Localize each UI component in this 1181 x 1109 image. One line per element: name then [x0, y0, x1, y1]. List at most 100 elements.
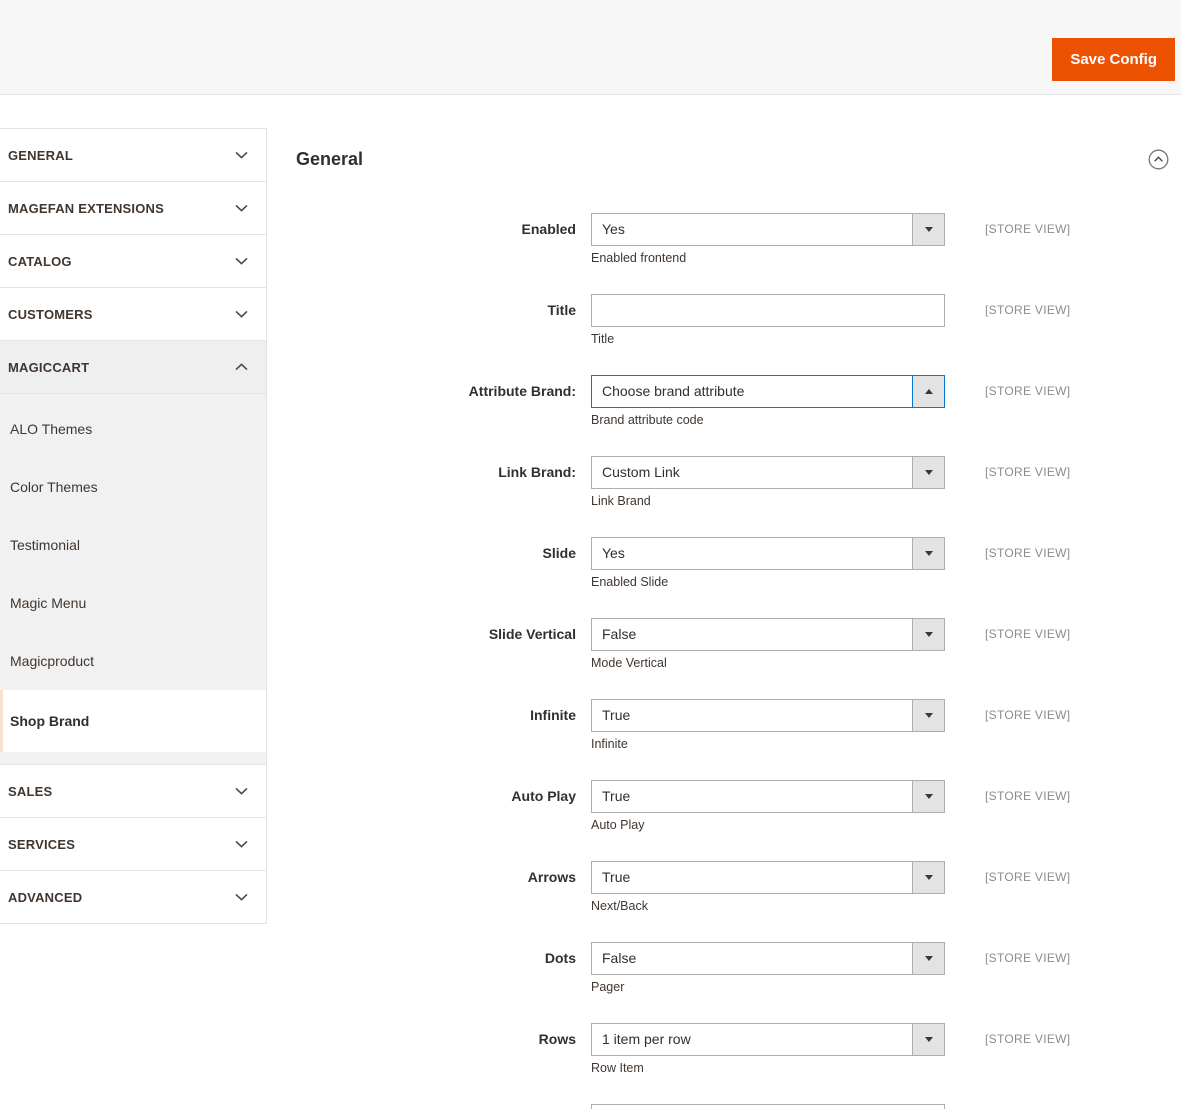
field-select[interactable]: 1 item per row: [591, 1023, 945, 1056]
sidebar-section-header[interactable]: MAGICCART: [0, 341, 266, 394]
select-value: True: [602, 707, 631, 723]
dropdown-arrow-icon[interactable]: [912, 457, 944, 488]
form-field-row: Dots False Pager [STORE VIEW]: [296, 942, 1169, 995]
sidebar-subitem[interactable]: Shop Brand: [0, 690, 266, 752]
field-control-cell: Yes Enabled Slide: [591, 537, 945, 590]
scope-label: [STORE VIEW]: [985, 870, 1071, 884]
sidebar-section-header[interactable]: CATALOG: [0, 235, 266, 288]
scope-label: [STORE VIEW]: [985, 465, 1071, 479]
select-value: Yes: [602, 545, 625, 561]
sidebar-subitem-label: Shop Brand: [10, 713, 90, 729]
field-label-cell: Dots: [296, 942, 591, 995]
field-select[interactable]: Yes: [591, 537, 945, 570]
field-control-cell: [591, 1104, 945, 1109]
field-select[interactable]: False: [591, 618, 945, 651]
field-label: Slide Vertical: [488, 626, 576, 642]
field-control-cell: Custom Link Link Brand: [591, 456, 945, 509]
section-title: General: [296, 148, 364, 169]
select-value: True: [602, 788, 631, 804]
sidebar-section-label: CATALOG: [8, 253, 72, 269]
field-label: Title: [547, 302, 576, 318]
field-label-cell: Auto Play: [296, 780, 591, 833]
field-label-cell: Attribute Brand:: [296, 375, 591, 428]
sidebar-subitem[interactable]: Magic Menu: [0, 574, 266, 632]
field-hint: Infinite: [591, 737, 628, 751]
sidebar-subitem-label: Magicproduct: [10, 653, 95, 669]
dropdown-arrow-icon[interactable]: [912, 943, 944, 974]
field-label-cell: Rows: [296, 1023, 591, 1076]
chevron-down-icon: [235, 257, 248, 265]
save-config-button[interactable]: Save Config: [1052, 38, 1175, 81]
dropdown-arrow-icon[interactable]: [912, 214, 944, 245]
field-select[interactable]: Yes: [591, 213, 945, 246]
field-label: Link Brand:: [498, 464, 576, 480]
dropdown-arrow-icon[interactable]: [912, 862, 944, 893]
sidebar-subitem-label: Testimonial: [10, 537, 81, 553]
sidebar-section-header[interactable]: ADVANCED: [0, 871, 266, 924]
form-field-row: Arrows True Next/Back [STORE VIEW]: [296, 861, 1169, 914]
scope-label: [STORE VIEW]: [985, 222, 1071, 236]
scope-label: [STORE VIEW]: [985, 951, 1071, 965]
sidebar-subitem[interactable]: Magicproduct: [0, 632, 266, 690]
chevron-down-icon: [235, 893, 248, 901]
sidebar-section-header[interactable]: SERVICES: [0, 818, 266, 871]
sidebar-section: MAGICCART ALO Themes Color Themes Testim…: [0, 341, 266, 765]
sidebar-section: CUSTOMERS: [0, 288, 266, 341]
form-field-row: Link Brand: Custom Link Link Brand [STOR…: [296, 456, 1169, 509]
dropdown-arrow-icon[interactable]: [912, 1024, 944, 1055]
scope-label: [STORE VIEW]: [985, 708, 1071, 722]
dropdown-arrow-icon[interactable]: [912, 619, 944, 650]
sidebar-subitem[interactable]: ALO Themes: [0, 400, 266, 458]
sidebar-section: ADVANCED: [0, 871, 266, 924]
field-select[interactable]: True: [591, 699, 945, 732]
field-label: Attribute Brand:: [468, 383, 576, 399]
sidebar-subitem-label: Color Themes: [10, 479, 98, 495]
sidebar-section-header[interactable]: GENERAL: [0, 129, 266, 182]
field-label-cell: [296, 1104, 591, 1109]
scope-label: [STORE VIEW]: [985, 789, 1071, 803]
field-select[interactable]: True: [591, 861, 945, 894]
scope-label: [STORE VIEW]: [985, 1032, 1071, 1046]
sidebar-subitem[interactable]: Testimonial: [0, 516, 266, 574]
dropdown-arrow-icon[interactable]: [912, 781, 944, 812]
field-select[interactable]: Choose brand attribute: [591, 375, 945, 408]
select-value: 1 item per row: [602, 1031, 691, 1047]
field-text-input[interactable]: [591, 294, 945, 327]
field-select[interactable]: True: [591, 780, 945, 813]
field-control-cell: Yes Enabled frontend: [591, 213, 945, 266]
form-field-row: Enabled Yes Enabled frontend [STORE VIEW…: [296, 213, 1169, 266]
form-field-row: Rows 1 item per row Row Item [STORE VIEW…: [296, 1023, 1169, 1076]
form-field-row: Infinite True Infinite [STORE VIEW]: [296, 699, 1169, 752]
collapse-section-icon[interactable]: [1148, 149, 1169, 170]
scope-label: [STORE VIEW]: [985, 384, 1071, 398]
select-value: False: [602, 626, 637, 642]
field-label: Arrows: [527, 869, 576, 885]
sidebar-section-header[interactable]: SALES: [0, 765, 266, 818]
field-hint: Enabled frontend: [591, 251, 687, 265]
field-text-input[interactable]: [591, 1104, 945, 1109]
field-control-cell: Title: [591, 294, 945, 347]
form-field-row: Slide Yes Enabled Slide [STORE VIEW]: [296, 537, 1169, 590]
field-hint: Title: [591, 332, 615, 346]
field-label-cell: Arrows: [296, 861, 591, 914]
field-label: Infinite: [530, 707, 576, 723]
field-hint: Auto Play: [591, 818, 645, 832]
sidebar-section-header[interactable]: CUSTOMERS: [0, 288, 266, 341]
field-label-cell: Infinite: [296, 699, 591, 752]
field-select[interactable]: False: [591, 942, 945, 975]
field-select[interactable]: Custom Link: [591, 456, 945, 489]
dropdown-arrow-icon[interactable]: [912, 538, 944, 569]
sidebar-section-header[interactable]: MAGEFAN EXTENSIONS: [0, 182, 266, 235]
sidebar-section-label: CUSTOMERS: [8, 306, 93, 322]
sidebar-subitem[interactable]: Color Themes: [0, 458, 266, 516]
field-control-cell: Choose brand attribute Brand attribute c…: [591, 375, 945, 428]
dropdown-arrow-icon[interactable]: [912, 376, 944, 407]
field-label-cell: Slide Vertical: [296, 618, 591, 671]
sidebar-section-label: MAGEFAN EXTENSIONS: [8, 200, 165, 216]
sidebar-section: SERVICES: [0, 818, 266, 871]
sidebar-section-label: GENERAL: [8, 147, 73, 163]
dropdown-arrow-icon[interactable]: [912, 700, 944, 731]
field-label-cell: Title: [296, 294, 591, 347]
select-value: Custom Link: [602, 464, 680, 480]
field-label-cell: Slide: [296, 537, 591, 590]
